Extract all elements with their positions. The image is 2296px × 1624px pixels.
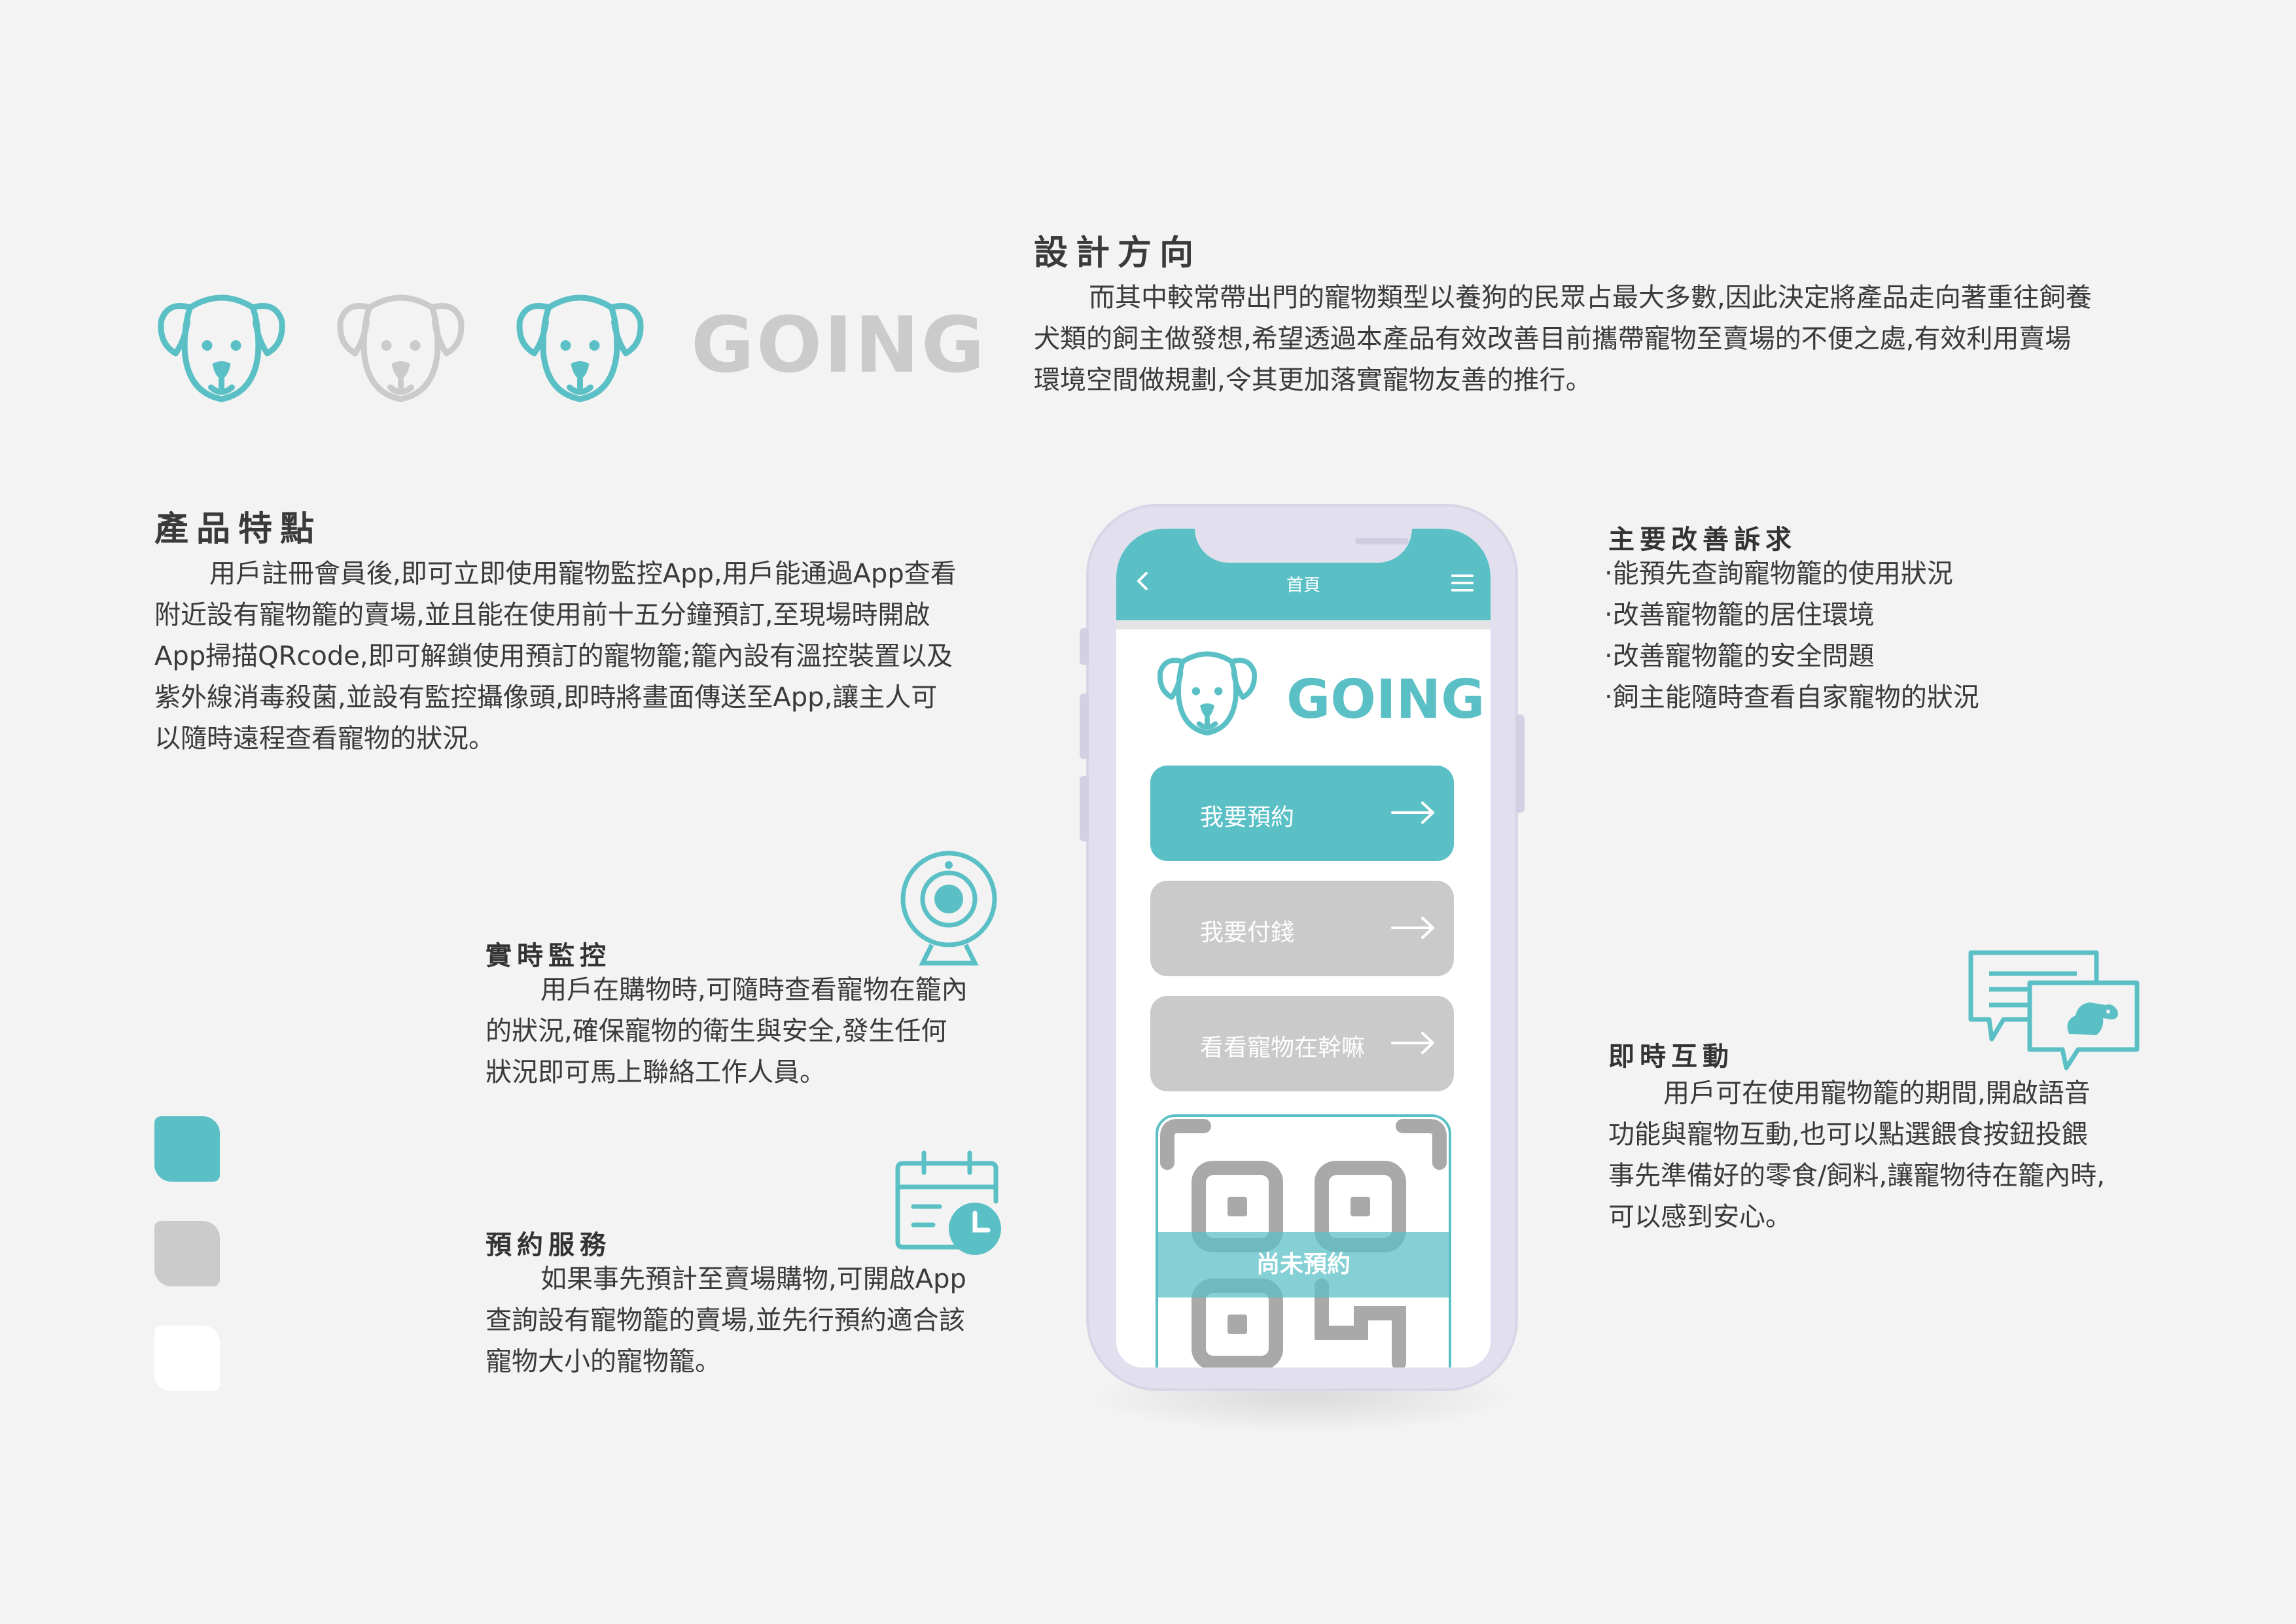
arrow-right-icon [1391, 917, 1434, 939]
realtime-monitor-line-3: 狀況即可馬上聯絡工作人員。 [486, 1057, 826, 1087]
features-line-3: App掃描QRcode,即可解鎖使用預訂的寵物籠;籠內設有溫控裝置以及 [154, 641, 953, 671]
pay-button[interactable]: 我要付錢 [1150, 881, 1454, 976]
design-direction-line-2: 犬類的飼主做發想,希望透過本產品有效改善目前攜帶寵物至賣場的不便之處,有效利用賣… [1034, 324, 2072, 354]
realtime-monitor-line-1: 用戶在購物時,可隨時查看寵物在籠內 [540, 975, 968, 1005]
reservation-line-2: 查詢設有寵物籠的賣場,並先行預約適合該 [486, 1305, 965, 1335]
phone-mute-button [1080, 628, 1089, 665]
features-text: 用戶註冊會員後,即可立即使用寵物監控App,用戶能通過App查看 附近設有寵物籠… [154, 554, 1025, 760]
reservation-heading: 預約服務 [486, 1230, 611, 1260]
arrow-right-icon [1391, 1032, 1434, 1054]
realtime-monitor-heading: 實時監控 [486, 941, 611, 971]
calendar-clock-icon [895, 1150, 1001, 1255]
interaction-line-3: 事先準備好的零食/飼料,讓寵物待在籠內時, [1608, 1161, 2105, 1191]
app-header-title: 首頁 [1286, 576, 1320, 595]
main-appeals-heading: 主要改善訴求 [1608, 525, 1797, 555]
interaction-text: 用戶可在使用寵物籠的期間,開啟語音 功能與寵物互動,也可以點選餵食按鈕投餵 事先… [1608, 1073, 2184, 1238]
main-appeal-item: ‧飼主能隨時查看自家寵物的狀況 [1604, 682, 1979, 713]
pay-button-label: 我要付錢 [1200, 919, 1295, 946]
watch-pet-button[interactable]: 看看寵物在幹嘛 [1150, 996, 1454, 1091]
main-appeal-item: ‧改善寵物籠的安全問題 [1604, 641, 1875, 671]
main-appeal-item: ‧能預先查詢寵物籠的使用狀況 [1604, 559, 1953, 589]
reserve-button-label: 我要預約 [1200, 804, 1295, 831]
brand-wordmark: GOING [691, 300, 987, 390]
app-dog-logo-icon [1157, 651, 1257, 736]
dog-logo-teal-icon [158, 294, 285, 402]
dog-logo-teal-alt-icon [516, 294, 644, 402]
reservation-line-3: 寵物大小的寵物籠。 [486, 1347, 721, 1377]
main-appeals-list: ‧能預先查詢寵物籠的使用狀況 ‧改善寵物籠的居住環境 ‧改善寵物籠的安全問題 ‧… [1604, 554, 2193, 718]
features-heading: 產品特點 [154, 510, 323, 549]
phone-volume-up-button [1080, 694, 1089, 759]
swatch-grey [154, 1221, 220, 1286]
swatch-white [154, 1326, 220, 1391]
app-screen: 首頁 GOING 我要預約 我要付錢 看看寵物在幹嘛 尚未預約 [1116, 529, 1491, 1368]
phone-speaker [1355, 538, 1409, 544]
design-direction-text: 而其中較常帶出門的寵物類型以養狗的民眾占最大多數,因此決定將產品走向著重往飼養 … [1034, 277, 2146, 401]
dog-logo-grey-icon [337, 294, 465, 402]
reserve-button[interactable]: 我要預約 [1150, 766, 1454, 861]
app-header-divider [1116, 620, 1491, 629]
interaction-heading: 即時互動 [1608, 1042, 1734, 1072]
reservation-text: 如果事先預計至賣場購物,可開啟App 查詢設有寵物籠的賣場,並先行預約適合該 寵… [486, 1259, 1022, 1383]
realtime-monitor-text: 用戶在購物時,可隨時查看寵物在籠內 的狀況,確保寵物的衛生與安全,發生任何 狀況… [486, 970, 1022, 1093]
watch-pet-button-label: 看看寵物在幹嘛 [1200, 1034, 1366, 1061]
webcam-icon [900, 851, 997, 966]
main-appeal-item: ‧改善寵物籠的居住環境 [1604, 600, 1875, 630]
app-header: 首頁 [1116, 529, 1491, 620]
reservation-line-1: 如果事先預計至賣場購物,可開啟App [540, 1264, 966, 1294]
phone-volume-down-button [1080, 776, 1089, 841]
realtime-monitor-line-2: 的狀況,確保寵物的衛生與安全,發生任何 [486, 1016, 947, 1046]
app-wordmark: GOING [1286, 669, 1485, 731]
features-line-1: 用戶註冊會員後,即可立即使用寵物監控App,用戶能通過App查看 [209, 559, 957, 589]
qr-code-card[interactable]: 尚未預約 [1156, 1114, 1451, 1368]
interaction-line-2: 功能與寵物互動,也可以點選餵食按鈕投餵 [1608, 1120, 2088, 1150]
phone-power-button [1515, 715, 1525, 813]
design-direction-line-1: 而其中較常帶出門的寵物類型以養狗的民眾占最大多數,因此決定將產品走向著重往飼養 [1089, 283, 2092, 313]
qr-status-banner: 尚未預約 [1158, 1232, 1449, 1297]
design-direction-line-3: 環境空間做規劃,令其更加落實寵物友善的推行。 [1034, 365, 1592, 395]
interaction-line-4: 可以感到安心。 [1608, 1202, 1792, 1232]
swatch-teal [154, 1116, 220, 1182]
interaction-line-1: 用戶可在使用寵物籠的期間,開啟語音 [1663, 1078, 2091, 1108]
design-direction-heading: 設計方向 [1034, 234, 1202, 273]
features-line-5: 以隨時遠程查看寵物的狀況。 [154, 724, 495, 754]
chat-dog-icon [1968, 950, 2140, 1070]
features-line-2: 附近設有寵物籠的賣場,並且能在使用前十五分鐘預訂,至現場時開啟 [154, 600, 930, 630]
hamburger-menu-icon[interactable] [1451, 573, 1474, 593]
arrow-right-icon [1391, 802, 1434, 824]
features-line-4: 紫外線消毒殺菌,並設有監控攝像頭,即時將畫面傳送至App,讓主人可 [154, 682, 938, 713]
phone-notch [1195, 529, 1412, 563]
